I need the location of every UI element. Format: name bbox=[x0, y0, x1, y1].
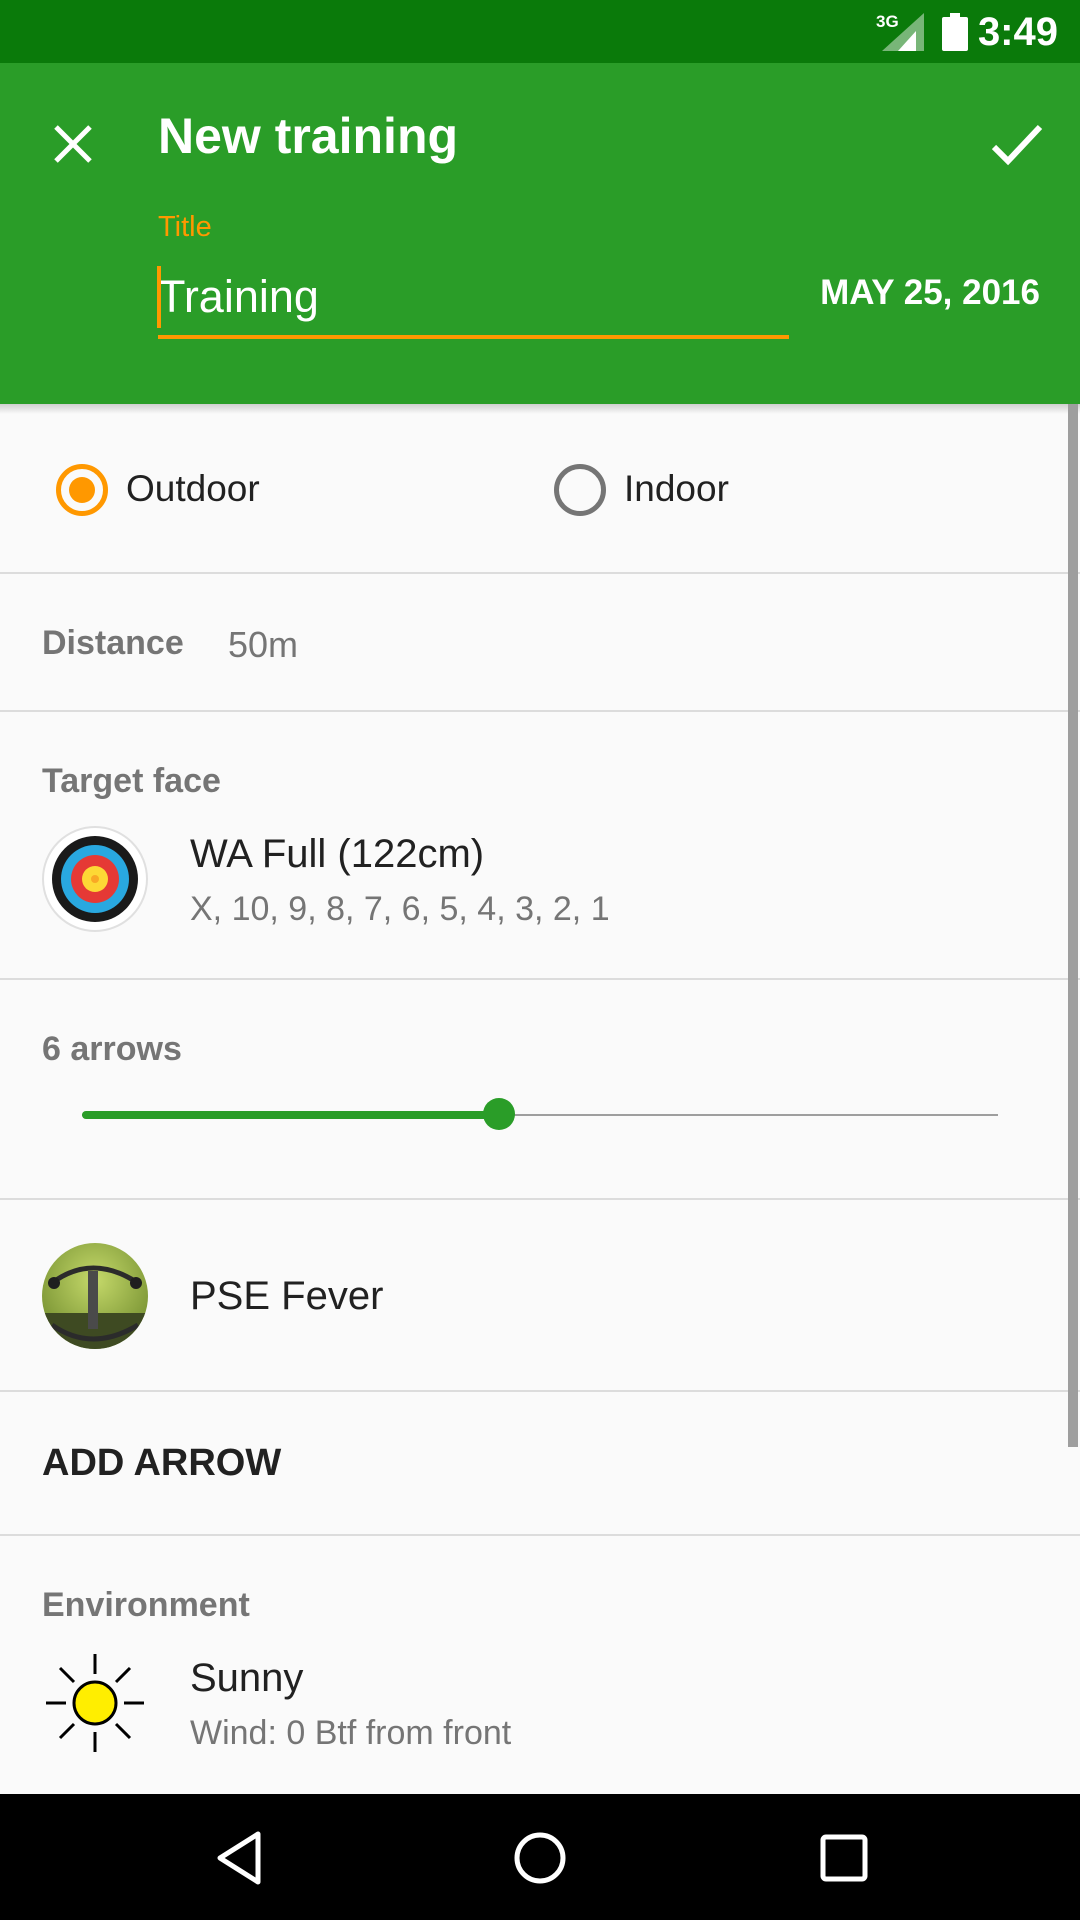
close-icon[interactable] bbox=[40, 111, 106, 177]
date-button[interactable]: MAY 25, 2016 bbox=[820, 273, 1040, 313]
bow-name: PSE Fever bbox=[190, 1274, 384, 1318]
weather-name: Sunny bbox=[190, 1656, 304, 1700]
distance-row[interactable]: Distance 50m bbox=[0, 574, 1080, 712]
arrows-row: 6 arrows bbox=[0, 980, 1080, 1200]
target-face-scoring: X, 10, 9, 8, 7, 6, 5, 4, 3, 2, 1 bbox=[190, 890, 610, 928]
text-cursor bbox=[157, 266, 161, 328]
distance-label: Distance bbox=[42, 624, 184, 662]
indoor-option[interactable]: Indoor bbox=[554, 462, 954, 522]
outdoor-radio[interactable] bbox=[56, 464, 108, 516]
sunny-icon bbox=[46, 1654, 144, 1752]
title-field-label: Title bbox=[158, 211, 212, 243]
title-input[interactable] bbox=[158, 259, 789, 339]
target-face-name: WA Full (122cm) bbox=[190, 832, 485, 876]
wind-info: Wind: 0 Btf from front bbox=[190, 1714, 512, 1752]
indoor-label: Indoor bbox=[624, 468, 729, 509]
target-face-row[interactable]: Target face WA Full (122cm) X, 10, 9, 8,… bbox=[0, 712, 1080, 980]
app-bar: New training Title MAY 25, 2016 bbox=[0, 63, 1080, 404]
environment-label: Environment bbox=[42, 1586, 250, 1624]
recents-icon[interactable] bbox=[814, 1828, 874, 1888]
indoor-radio[interactable] bbox=[554, 464, 606, 516]
arrows-slider-thumb[interactable] bbox=[482, 1098, 515, 1130]
signal-icon bbox=[882, 13, 924, 51]
back-icon[interactable] bbox=[210, 1828, 270, 1888]
arrows-count-label: 6 arrows bbox=[42, 1030, 182, 1068]
status-bar: 3G 3:49 bbox=[0, 0, 1080, 63]
clock: 3:49 bbox=[977, 10, 1058, 54]
distance-value: 50m bbox=[228, 624, 299, 665]
target-face-label: Target face bbox=[42, 762, 221, 800]
bow-row[interactable]: PSE Fever bbox=[0, 1200, 1080, 1392]
scrollbar[interactable] bbox=[1068, 404, 1078, 1447]
battery-icon bbox=[942, 13, 968, 51]
arrows-slider-fill bbox=[82, 1111, 499, 1119]
environment-row[interactable]: Environment Sunny Wind: 0 Btf from front bbox=[0, 1536, 1080, 1794]
add-arrow-row[interactable]: ADD ARROW bbox=[0, 1392, 1080, 1536]
home-icon[interactable] bbox=[510, 1828, 570, 1888]
navigation-bar bbox=[0, 1794, 1080, 1920]
page-title: New training bbox=[158, 108, 459, 164]
outdoor-label: Outdoor bbox=[126, 468, 260, 509]
outdoor-option[interactable]: Outdoor bbox=[56, 462, 456, 522]
check-icon[interactable] bbox=[978, 109, 1054, 179]
target-face-icon bbox=[42, 826, 148, 932]
add-arrow-button[interactable]: ADD ARROW bbox=[42, 1442, 281, 1485]
location-row: Outdoor Indoor bbox=[0, 404, 1080, 574]
bow-image bbox=[42, 1243, 148, 1349]
